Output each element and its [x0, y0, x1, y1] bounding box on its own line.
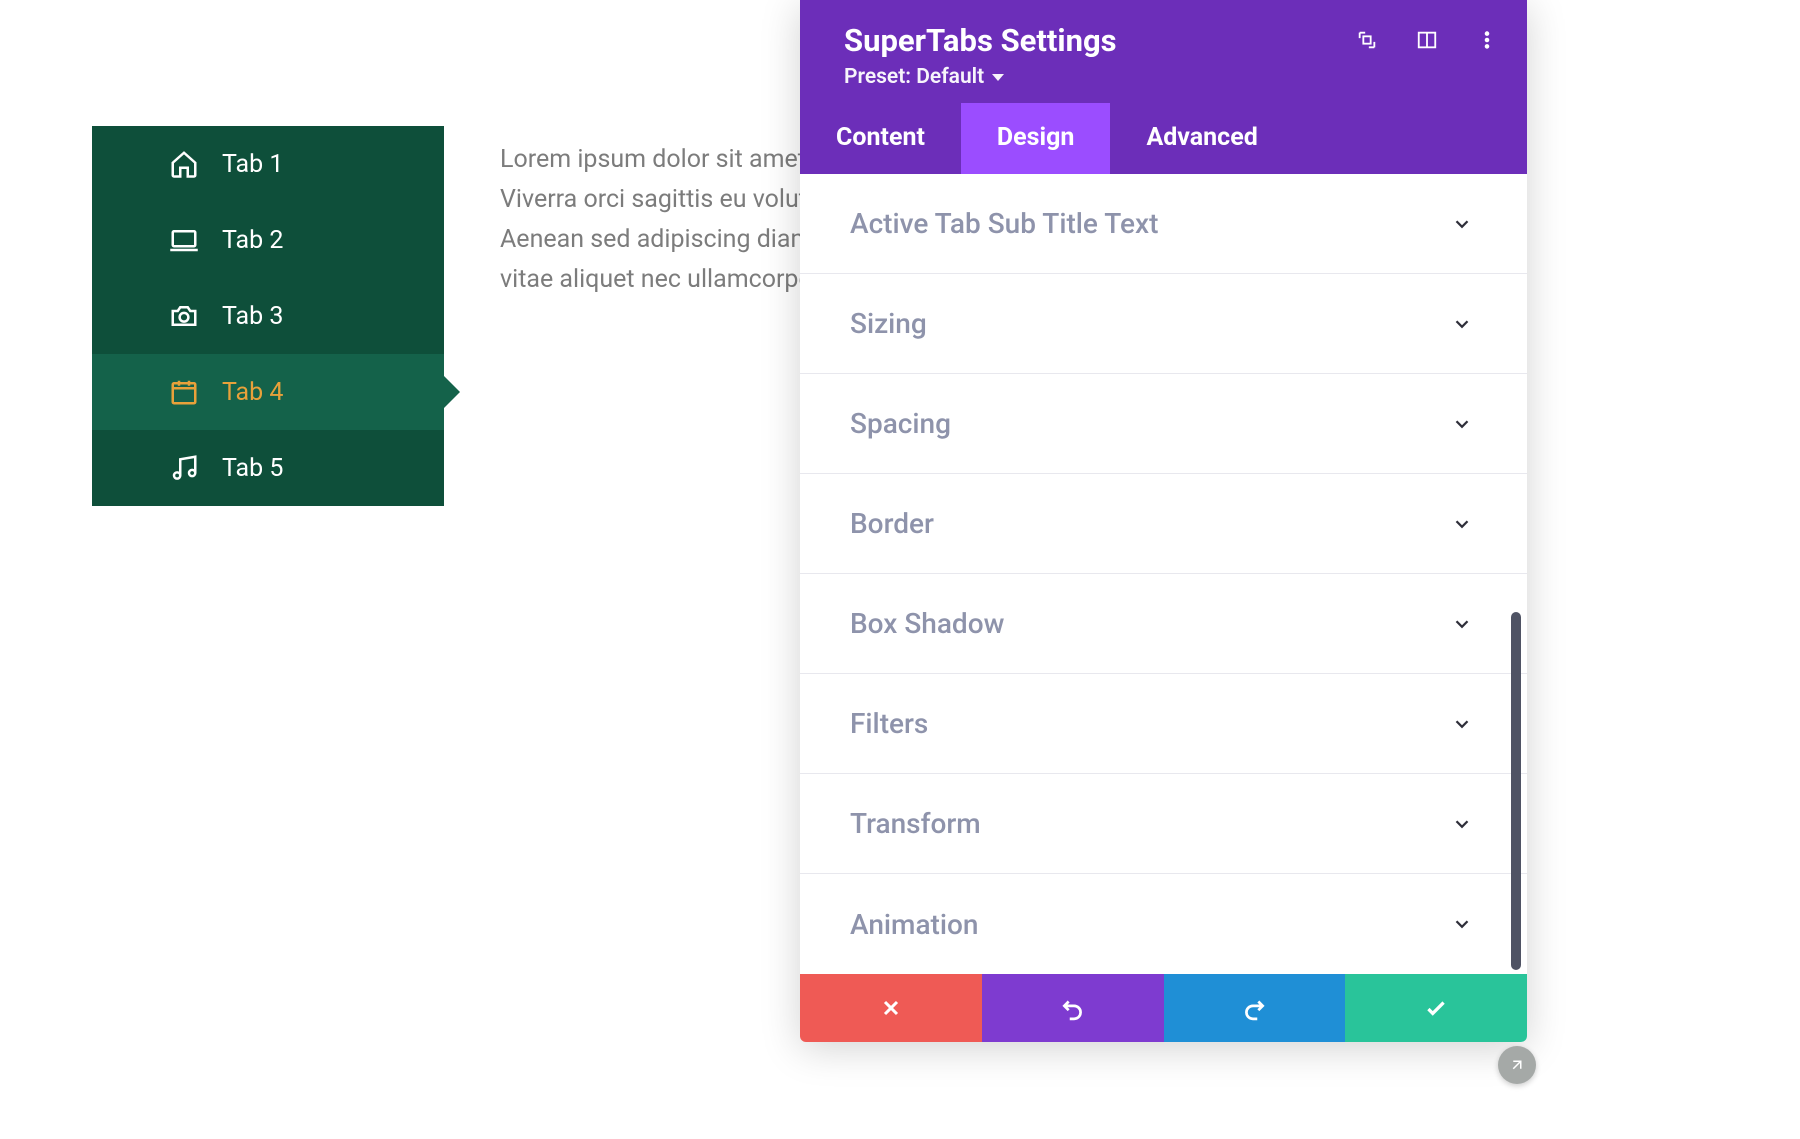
option-label: Spacing	[850, 407, 951, 440]
columns-icon[interactable]	[1415, 28, 1439, 52]
preset-label: Preset: Default	[844, 65, 984, 89]
tab-label: Advanced	[1146, 123, 1257, 152]
chevron-down-icon	[1451, 513, 1473, 535]
options-panel: Active Tab Sub Title Text Sizing Spacing…	[800, 174, 1527, 974]
header-actions	[1355, 28, 1499, 52]
chevron-down-icon	[1451, 213, 1473, 235]
option-label: Active Tab Sub Title Text	[850, 207, 1158, 240]
calendar-icon	[168, 376, 200, 408]
option-label: Sizing	[850, 307, 927, 340]
option-label: Filters	[850, 707, 928, 740]
tab-label: Tab 5	[222, 454, 283, 483]
camera-icon	[168, 300, 200, 332]
option-label: Box Shadow	[850, 607, 1004, 640]
tab-label: Tab 3	[222, 302, 283, 331]
tab-item-5[interactable]: Tab 5	[92, 430, 444, 506]
tab-item-2[interactable]: Tab 2	[92, 202, 444, 278]
music-icon	[168, 452, 200, 484]
chevron-down-icon	[1451, 713, 1473, 735]
settings-modal: SuperTabs Settings Preset: Default Conte…	[800, 0, 1527, 1042]
resize-handle[interactable]	[1498, 1046, 1536, 1084]
redo-button[interactable]	[1164, 974, 1346, 1042]
tab-item-1[interactable]: Tab 1	[92, 126, 444, 202]
option-spacing[interactable]: Spacing	[800, 374, 1527, 474]
modal-header: SuperTabs Settings Preset: Default	[800, 0, 1527, 103]
expand-icon[interactable]	[1355, 28, 1379, 52]
chevron-down-icon	[1451, 913, 1473, 935]
tab-content[interactable]: Content	[800, 103, 961, 174]
tab-design[interactable]: Design	[961, 103, 1111, 174]
option-sizing[interactable]: Sizing	[800, 274, 1527, 374]
option-box-shadow[interactable]: Box Shadow	[800, 574, 1527, 674]
preset-selector[interactable]: Preset: Default	[844, 65, 1004, 89]
chevron-down-icon	[1451, 313, 1473, 335]
caret-down-icon	[992, 74, 1004, 81]
home-icon	[168, 148, 200, 180]
option-border[interactable]: Border	[800, 474, 1527, 574]
tab-label: Tab 1	[222, 150, 283, 179]
chevron-down-icon	[1451, 613, 1473, 635]
option-label: Transform	[850, 807, 981, 840]
chevron-down-icon	[1451, 413, 1473, 435]
tab-label: Content	[836, 123, 925, 152]
kebab-icon[interactable]	[1475, 28, 1499, 52]
tab-label: Design	[997, 123, 1075, 152]
chevron-down-icon	[1451, 813, 1473, 835]
save-button[interactable]	[1345, 974, 1527, 1042]
option-filters[interactable]: Filters	[800, 674, 1527, 774]
option-label: Border	[850, 507, 934, 540]
undo-button[interactable]	[982, 974, 1164, 1042]
tab-label: Tab 4	[222, 378, 283, 407]
tabs-sidebar: Tab 1 Tab 2 Tab 3 Tab 4 Tab 5	[92, 126, 444, 506]
option-transform[interactable]: Transform	[800, 774, 1527, 874]
modal-footer	[800, 974, 1527, 1042]
option-active-tab-sub-title-text[interactable]: Active Tab Sub Title Text	[800, 174, 1527, 274]
option-label: Animation	[850, 908, 978, 941]
laptop-icon	[168, 224, 200, 256]
tab-label: Tab 2	[222, 226, 283, 255]
option-animation[interactable]: Animation	[800, 874, 1527, 974]
scrollbar-thumb[interactable]	[1511, 612, 1521, 970]
tab-item-3[interactable]: Tab 3	[92, 278, 444, 354]
modal-tabs: Content Design Advanced	[800, 103, 1527, 174]
cancel-button[interactable]	[800, 974, 982, 1042]
tab-advanced[interactable]: Advanced	[1110, 103, 1293, 174]
tab-item-4[interactable]: Tab 4	[92, 354, 444, 430]
